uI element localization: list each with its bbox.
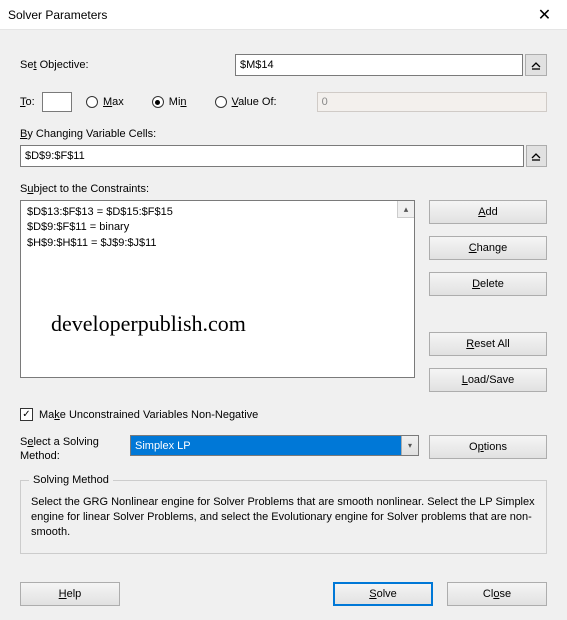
min-radio[interactable]: Min [152, 96, 187, 108]
valueof-radio[interactable]: Value Of: [215, 96, 277, 108]
bottom-bar: Help Solve Close [0, 582, 567, 620]
checkbox-icon: ✓ [20, 408, 33, 421]
max-radio[interactable]: Max [86, 96, 124, 108]
changing-row [20, 145, 547, 167]
radio-icon [152, 96, 164, 108]
options-button[interactable]: Options [429, 435, 547, 459]
unconstrained-checkbox[interactable]: ✓ Make Unconstrained Variables Non-Negat… [20, 408, 547, 421]
dialog-content: Set Objective: To: Max Min Value Of: By … [0, 30, 567, 582]
constraints-label: Subject to the Constraints: [20, 183, 547, 195]
title-bar: Solver Parameters ✕ [0, 0, 567, 30]
method-select[interactable]: Simplex LP ▾ [130, 435, 419, 456]
objective-row: Set Objective: [20, 54, 547, 76]
reset-all-button[interactable]: Reset All [429, 332, 547, 356]
valueof-input [317, 92, 547, 112]
constraint-line[interactable]: $D$13:$F$13 = $D$15:$F$15 [27, 205, 408, 220]
close-button[interactable]: Close [447, 582, 547, 606]
method-label: Select a Solving Method: [20, 435, 120, 464]
constraint-line[interactable]: $D$9:$F$11 = binary [27, 220, 408, 235]
objective-label: Set Objective: [20, 59, 235, 71]
collapse-icon [530, 59, 542, 71]
add-button[interactable]: Add [429, 200, 547, 224]
to-label: To: [20, 96, 42, 108]
changing-label: By Changing Variable Cells: [20, 128, 547, 140]
scroll-up-icon[interactable]: ▴ [397, 201, 414, 218]
load-save-button[interactable]: Load/Save [429, 368, 547, 392]
to-input[interactable] [42, 92, 72, 112]
to-row: To: Max Min Value Of: [20, 92, 547, 112]
constraints-listbox[interactable]: $D$13:$F$13 = $D$15:$F$15 $D$9:$F$11 = b… [20, 200, 415, 378]
group-text: Select the GRG Nonlinear engine for Solv… [31, 495, 536, 541]
group-title: Solving Method [29, 474, 113, 486]
solving-method-group: Solving Method Select the GRG Nonlinear … [20, 480, 547, 554]
constraint-buttons: Add Change Delete Reset All Load/Save [429, 200, 547, 392]
radio-icon [86, 96, 98, 108]
chevron-down-icon: ▾ [401, 436, 418, 455]
delete-button[interactable]: Delete [429, 272, 547, 296]
window-title: Solver Parameters [8, 8, 107, 22]
window-close-button[interactable]: ✕ [522, 0, 567, 30]
changing-input[interactable] [20, 145, 524, 167]
constraints-lines: $D$13:$F$13 = $D$15:$F$15 $D$9:$F$11 = b… [21, 201, 414, 255]
method-row: Select a Solving Method: Simplex LP ▾ Op… [20, 435, 547, 464]
change-button[interactable]: Change [429, 236, 547, 260]
constraints-area: $D$13:$F$13 = $D$15:$F$15 $D$9:$F$11 = b… [20, 200, 547, 392]
watermark-text: developerpublish.com [51, 311, 246, 337]
objective-range-button[interactable] [525, 54, 547, 76]
constraint-line[interactable]: $H$9:$H$11 = $J$9:$J$11 [27, 236, 408, 251]
solve-button[interactable]: Solve [333, 582, 433, 606]
objective-input[interactable] [235, 54, 523, 76]
help-button[interactable]: Help [20, 582, 120, 606]
close-icon: ✕ [538, 5, 551, 25]
collapse-icon [530, 150, 542, 162]
radio-icon [215, 96, 227, 108]
changing-range-button[interactable] [526, 145, 547, 167]
method-selected: Simplex LP [131, 436, 401, 455]
